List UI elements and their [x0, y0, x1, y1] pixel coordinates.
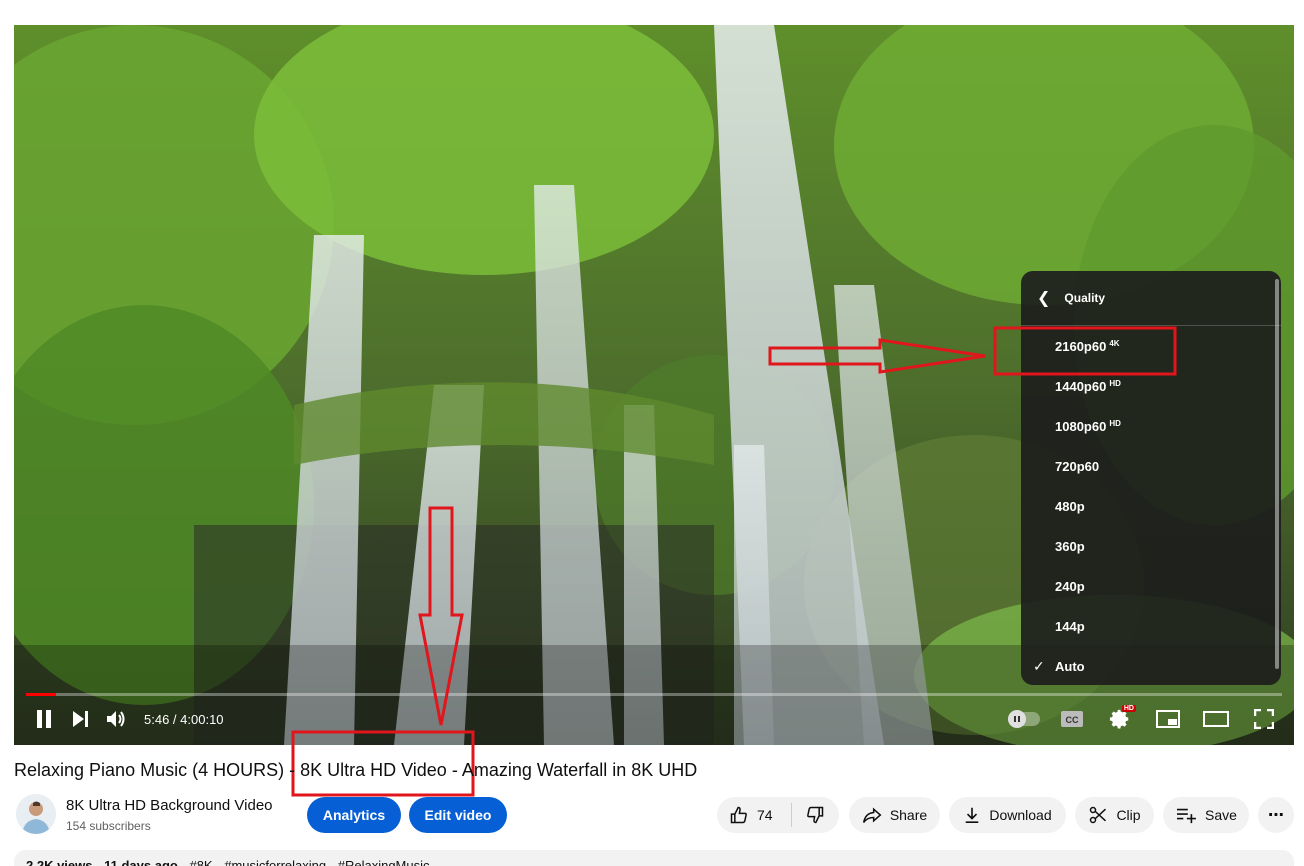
time-separator: /: [169, 711, 181, 727]
share-label: Share: [889, 807, 928, 823]
quality-menu-scrollbar[interactable]: [1275, 279, 1279, 669]
quality-badge: HD: [1109, 418, 1121, 428]
quality-label: 2160p60: [1055, 338, 1107, 354]
save-button[interactable]: Save: [1163, 797, 1249, 833]
download-label: Download: [989, 807, 1052, 823]
dislike-button[interactable]: [792, 797, 838, 833]
next-icon: [73, 711, 88, 727]
fullscreen-button[interactable]: [1246, 701, 1282, 737]
upload-age: 11 days ago: [104, 858, 178, 866]
download-button[interactable]: Download: [949, 797, 1066, 833]
pause-icon: [37, 710, 51, 728]
quality-option-1440p60[interactable]: 1440p60 HD: [1021, 366, 1281, 406]
quality-label: 1080p60: [1055, 418, 1107, 434]
pause-button[interactable]: [26, 701, 62, 737]
channel-name[interactable]: 8K Ultra HD Background Video: [66, 797, 273, 814]
fullscreen-icon: [1254, 709, 1274, 729]
player-controls-right: CC HD: [1006, 701, 1282, 737]
quality-option-1080p60[interactable]: 1080p60 HD: [1021, 406, 1281, 446]
volume-icon: [107, 711, 125, 727]
settings-button[interactable]: HD: [1102, 701, 1138, 737]
quality-menu: ❮ Quality 2160p60 4K 1440p60 HD 1080p60 HD …: [1021, 271, 1281, 685]
autoplay-track: [1008, 710, 1040, 728]
volume-button[interactable]: [98, 701, 134, 737]
channel-avatar[interactable]: [16, 794, 56, 834]
edit-video-button[interactable]: Edit video: [409, 797, 507, 833]
checkmark-icon: ✓: [1033, 658, 1045, 674]
more-actions-button[interactable]: ⋯: [1258, 797, 1294, 833]
hashtag[interactable]: #RelaxingMusic: [338, 858, 430, 866]
hashtag[interactable]: #8K: [189, 858, 212, 866]
youtube-watch-page: 5:46 / 4:00:10 CC HD ❮ Quality 2160p60 4…: [0, 0, 1304, 866]
quality-option-480p[interactable]: 480p: [1021, 486, 1281, 526]
time-current: 5:46: [144, 711, 170, 727]
time-display: 5:46 / 4:00:10: [144, 712, 224, 727]
subtitles-button[interactable]: CC: [1054, 701, 1090, 737]
quality-label: 1440p60: [1055, 378, 1107, 394]
miniplayer-icon: [1156, 710, 1180, 728]
quality-label: 240p: [1055, 578, 1085, 594]
quality-label: 144p: [1055, 618, 1085, 634]
avatar-person-icon: [16, 794, 56, 834]
quality-options: 2160p60 4K 1440p60 HD 1080p60 HD 720p60 480…: [1021, 326, 1281, 685]
like-dislike-group: 74: [717, 797, 839, 833]
description-box[interactable]: 2.2K views 11 days ago #8K #musicforrela…: [14, 850, 1294, 866]
miniplayer-button[interactable]: [1150, 701, 1186, 737]
quality-label: 360p: [1055, 538, 1085, 554]
autoplay-knob: [1008, 710, 1026, 728]
quality-option-144p[interactable]: 144p: [1021, 606, 1281, 646]
quality-label: 480p: [1055, 498, 1085, 514]
quality-option-240p[interactable]: 240p: [1021, 566, 1281, 606]
chevron-left-icon: ❮: [1037, 290, 1051, 307]
svg-text:CC: CC: [1066, 715, 1079, 725]
video-player[interactable]: 5:46 / 4:00:10 CC HD ❮ Quality 2160p60 4…: [14, 25, 1294, 745]
quality-menu-header[interactable]: ❮ Quality: [1021, 271, 1281, 326]
time-total: 4:00:10: [180, 711, 224, 727]
share-button[interactable]: Share: [849, 797, 940, 833]
video-title: Relaxing Piano Music (4 HOURS) - 8K Ultr…: [14, 760, 698, 780]
thumbs-up-icon: [730, 806, 747, 824]
subscriber-count: 154 subscribers: [66, 819, 151, 833]
theater-icon: [1203, 711, 1229, 727]
next-button[interactable]: [62, 701, 98, 737]
thumbs-down-icon: [807, 806, 824, 824]
scissors-icon: [1090, 806, 1107, 824]
quality-label: 720p60: [1055, 458, 1100, 474]
channel-actions-row: 8K Ultra HD Background Video 154 subscri…: [14, 792, 1294, 838]
cc-icon: CC: [1061, 711, 1083, 727]
quality-option-720p60[interactable]: 720p60: [1021, 446, 1281, 486]
quality-option-2160p60[interactable]: 2160p60 4K: [1021, 326, 1281, 366]
settings-hd-badge: HD: [1121, 705, 1136, 712]
analytics-button[interactable]: Analytics: [307, 797, 401, 833]
player-controls: 5:46 / 4:00:10 CC HD: [14, 693, 1294, 745]
quality-badge: 4K: [1109, 338, 1120, 348]
save-label: Save: [1205, 807, 1237, 823]
clip-label: Clip: [1116, 807, 1141, 823]
share-icon: [862, 807, 882, 823]
hashtag[interactable]: #musicforrelaxing: [224, 858, 326, 866]
autoplay-toggle[interactable]: [1006, 701, 1042, 737]
quality-option-360p[interactable]: 360p: [1021, 526, 1281, 566]
like-button[interactable]: 74: [717, 797, 791, 833]
download-icon: [966, 807, 979, 824]
view-count: 2.2K views: [26, 858, 93, 866]
clip-button[interactable]: Clip: [1075, 797, 1154, 833]
quality-badge: HD: [1109, 378, 1121, 388]
more-horizontal-icon: ⋯: [1268, 807, 1284, 824]
quality-label: Auto: [1055, 658, 1085, 674]
quality-option-auto[interactable]: ✓ Auto: [1021, 646, 1281, 685]
theater-button[interactable]: [1198, 701, 1234, 737]
quality-menu-title: Quality: [1064, 291, 1106, 305]
playlist-add-icon: [1177, 808, 1196, 824]
autoplay-pause-icon: [1014, 716, 1020, 722]
like-count: 74: [757, 807, 773, 823]
